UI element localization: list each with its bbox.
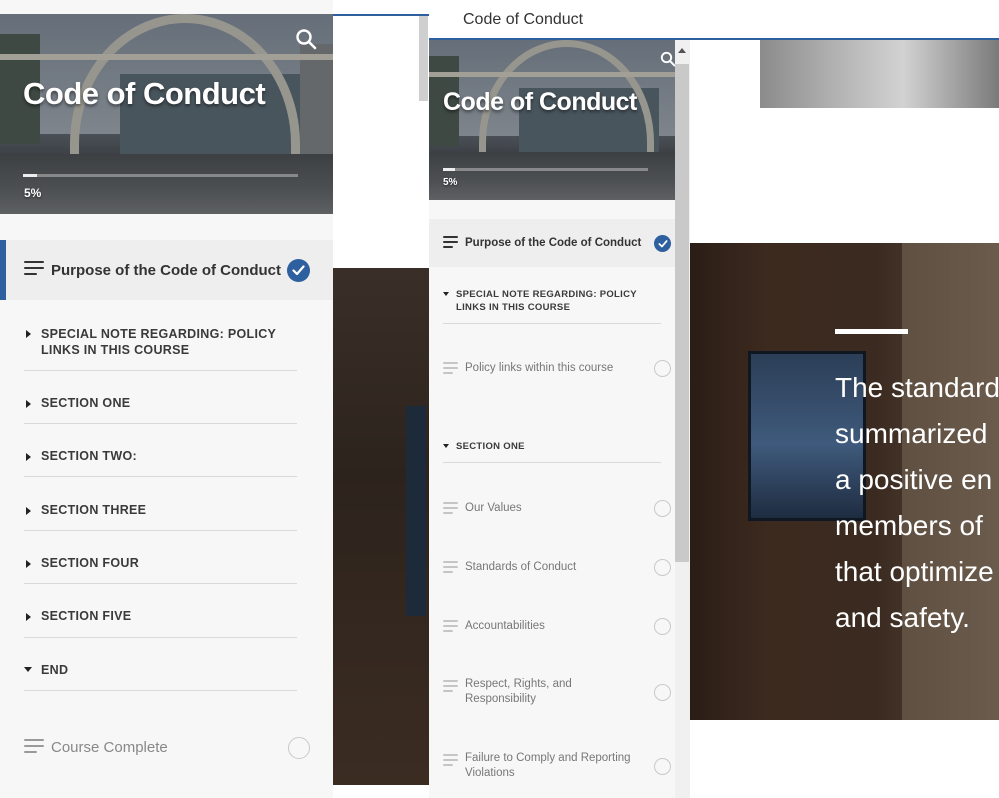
course-hero-banner: Code of Conduct 5% [429,40,675,200]
lesson-respect-rights[interactable]: Respect, Rights, and Responsibility [429,676,675,710]
search-icon[interactable] [295,28,317,50]
progress-bar [443,168,648,171]
sidebar-scrollbar[interactable] [675,40,690,798]
lesson-title: Accountabilities [465,620,545,632]
quote-text: The standard summarized a positive en me… [835,365,999,641]
lesson-title: Standards of Conduct [465,561,577,573]
lesson-policy-links[interactable]: Policy links within this course [429,358,675,380]
lesson-standards-of-conduct[interactable]: Standards of Conduct [429,557,675,579]
divider [24,530,297,531]
lesson-accountabilities[interactable]: Accountabilities [429,616,675,638]
quote-block: The standard summarized a positive en me… [690,243,999,720]
course-sidebar: Code of Conduct 5% Purpose of the Code o… [429,40,675,798]
progress-bar-fill [23,174,37,177]
incomplete-circle-icon [654,618,671,635]
current-lesson-title: Purpose of the Code of Conduct [51,262,281,279]
chevron-right-icon [26,330,31,338]
divider [24,637,297,638]
lesson-content: The standard summarized a positive en me… [690,40,999,798]
scrollbar-thumb[interactable] [675,64,689,562]
course-hero-banner: Code of Conduct 5% [0,14,333,214]
lesson-title-line2: Violations [465,767,515,779]
lesson-title: Policy links within this course [465,362,614,374]
chevron-down-icon [443,444,449,448]
lesson-our-values[interactable]: Our Values [429,498,675,520]
incomplete-circle-icon [654,684,671,701]
current-lesson-title: Purpose of the Code of Conduct [465,237,642,249]
course-title: Code of Conduct [443,88,637,116]
chevron-right-icon [26,453,31,461]
divider [24,370,297,371]
lesson-lines-icon [24,261,44,277]
lesson-lines-icon [443,362,458,374]
current-lesson-row[interactable]: Purpose of the Code of Conduct [0,240,333,300]
lesson-lines-icon [24,739,44,755]
quote-line: The standard [835,372,999,403]
middle-content-strip [333,14,429,798]
lesson-title: Course Complete [51,739,168,756]
search-icon[interactable] [660,51,675,67]
quote-line: and safety. [835,602,970,633]
incomplete-circle-icon [288,737,310,759]
chevron-right-icon [26,613,31,621]
accent-line [835,329,908,334]
background-photo [333,268,429,785]
lesson-course-complete[interactable]: Course Complete [0,730,333,766]
top-bar: Code of Conduct [429,0,999,40]
divider [24,690,297,691]
course-title: Code of Conduct [23,76,266,111]
lesson-lines-icon [443,236,458,248]
divider [443,462,661,463]
incomplete-circle-icon [654,360,671,377]
lesson-lines-icon [443,502,458,514]
top-bar-title: Code of Conduct [463,11,584,28]
incomplete-circle-icon [654,500,671,517]
chevron-right-icon [26,560,31,568]
lesson-failure-to-comply[interactable]: Failure to Comply and Reporting Violatio… [429,750,675,784]
incomplete-circle-icon [654,758,671,775]
left-course-sidebar: Code of Conduct 5% Purpose of the Code o… [0,0,333,798]
scroll-up-icon[interactable] [678,48,686,53]
incomplete-circle-icon [654,559,671,576]
lesson-lines-icon [443,680,458,692]
quote-line: summarized [835,418,988,449]
divider [24,583,297,584]
lesson-lines-icon [443,620,458,632]
header-photo [760,40,999,108]
chevron-down-icon [443,292,449,296]
lesson-lines-icon [443,754,458,766]
progress-percent: 5% [24,186,42,200]
scrollbar[interactable] [419,16,428,101]
divider [443,323,661,324]
chevron-down-icon [24,667,32,672]
lesson-title: Failure to Comply and Reporting [465,752,631,764]
lesson-title-line2: Responsibility [465,693,536,705]
lesson-lines-icon [443,561,458,573]
chevron-right-icon [26,507,31,515]
quote-line: a positive en [835,464,993,495]
quote-line: that optimize [835,556,994,587]
current-lesson-row[interactable]: Purpose of the Code of Conduct [429,219,675,267]
divider [24,423,297,424]
progress-bar-fill [443,168,455,171]
check-circle-icon [287,259,310,282]
check-circle-icon [654,235,671,252]
lesson-title: Our Values [465,502,522,514]
lesson-title: Respect, Rights, and [465,678,572,690]
progress-percent: 5% [443,177,458,188]
progress-bar [23,174,298,177]
quote-line: members of [835,510,983,541]
divider [24,476,297,477]
chevron-right-icon [26,400,31,408]
